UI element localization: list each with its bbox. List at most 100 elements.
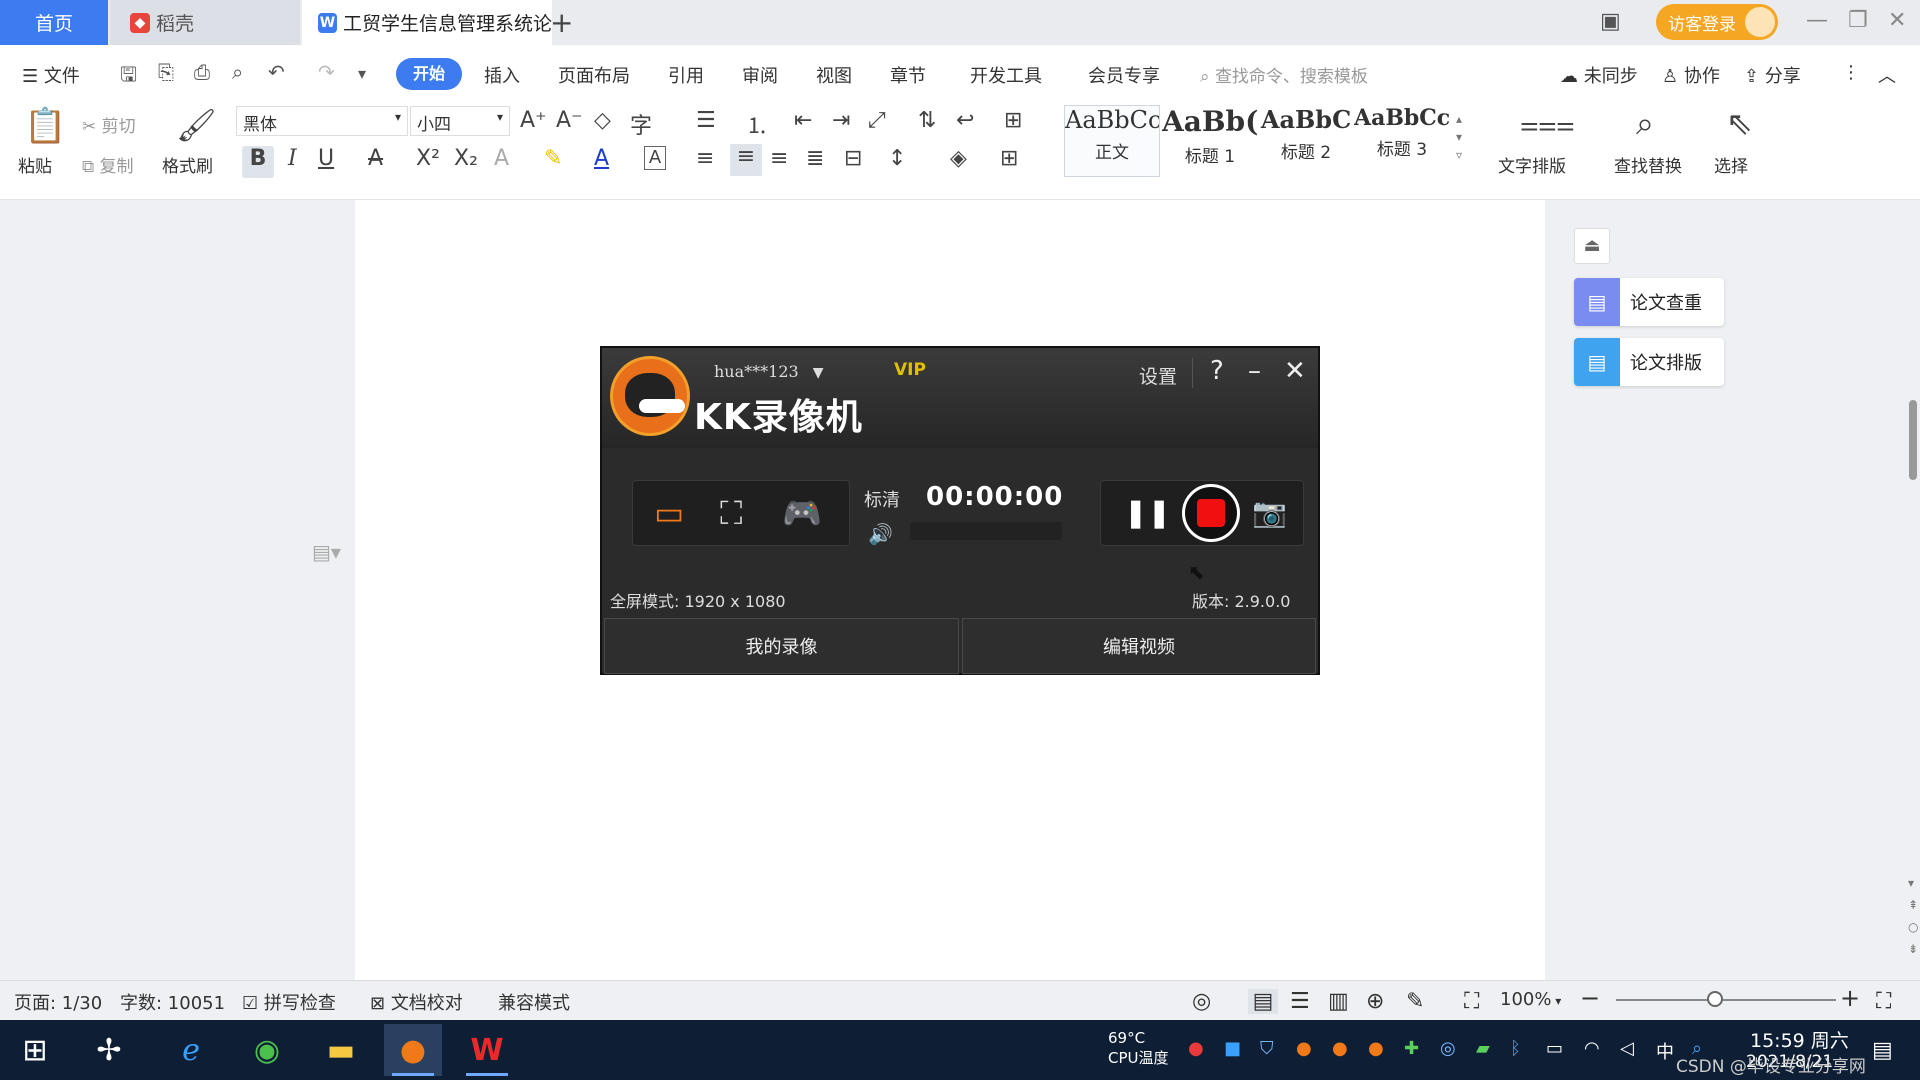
tray-qq-icon[interactable]: ●	[1332, 1038, 1348, 1059]
paste-icon[interactable]: 📋	[24, 106, 66, 146]
tab-document[interactable]: W 工贸学生信息管理系统论	[302, 0, 552, 45]
eject-icon[interactable]: ⏏	[1574, 228, 1610, 264]
ruler-icon[interactable]: ⊞	[1004, 108, 1022, 133]
bullet-list-icon[interactable]: ☰	[696, 108, 716, 133]
sort-icon[interactable]: ⇅	[918, 108, 936, 133]
fullscreen-icon[interactable]: ⛶	[1876, 989, 1891, 1014]
undo-icon[interactable]: ↶	[268, 60, 285, 84]
my-recordings-button[interactable]: 我的录像	[604, 618, 959, 674]
line-spacing-icon[interactable]: ↕	[888, 146, 906, 171]
kk-username[interactable]: hua***123 ▼	[714, 362, 823, 381]
proofread-button[interactable]: ⊠ 文档校对	[370, 989, 463, 1015]
outline-view-icon[interactable]: ☰	[1290, 989, 1310, 1014]
zoom-slider[interactable]	[1616, 999, 1836, 1001]
browser-360-icon[interactable]: ◉	[238, 1024, 296, 1076]
eye-protection-icon[interactable]: ◎	[1192, 989, 1211, 1014]
file-explorer-icon[interactable]: ▬	[312, 1024, 370, 1076]
word-count[interactable]: 字数: 10051	[120, 989, 225, 1015]
speaker-icon[interactable]: ◁	[1620, 1038, 1634, 1059]
battery-icon[interactable]: ▭	[1546, 1038, 1563, 1059]
print-preview-icon[interactable]: ⌕	[232, 60, 243, 84]
highlight-icon[interactable]: ✎	[544, 146, 562, 171]
record-stop-button[interactable]	[1182, 484, 1240, 542]
region-mode-icon[interactable]: ⛶	[720, 494, 742, 533]
font-name-select[interactable]: 黑体 ▾	[236, 106, 408, 136]
tray-plus-icon[interactable]: ✚	[1404, 1038, 1419, 1059]
kk-quality-select[interactable]: 标清	[864, 486, 900, 512]
page-nav-icon[interactable]: ▾ ⇞ ○ ⇟	[1908, 872, 1918, 960]
new-tab-button[interactable]: +	[550, 6, 573, 39]
style-normal[interactable]: AaBbCcI 正文	[1064, 105, 1160, 177]
font-size-select[interactable]: 小四 ▾	[410, 106, 510, 136]
clear-format-icon[interactable]: ◇	[594, 108, 611, 133]
guest-login-button[interactable]: 访客登录	[1656, 4, 1778, 40]
help-icon[interactable]: ?	[1210, 356, 1224, 386]
page-view-icon[interactable]: ▤	[1248, 989, 1278, 1014]
menu-view[interactable]: 视图	[816, 62, 852, 88]
kk-vip-badge[interactable]: VIP	[894, 360, 926, 380]
export-pdf-icon[interactable]: ⎘	[158, 60, 174, 84]
shading-icon[interactable]: ◈	[950, 146, 967, 171]
shield-icon[interactable]: ⛉	[1260, 1038, 1274, 1059]
ime-indicator[interactable]: 中	[1656, 1038, 1674, 1064]
find-replace-button[interactable]: 查找替换	[1614, 152, 1682, 177]
camera-icon[interactable]: 📷	[1252, 496, 1287, 529]
kk-recorder-window[interactable]: hua***123 ▼ VIP 设置 ? – ✕ KK录像机 ▭ ⛶ 🎮 标清 0…	[600, 346, 1320, 675]
collapse-ribbon-icon[interactable]: ︿	[1878, 62, 1896, 88]
scrollbar-thumb[interactable]	[1909, 400, 1917, 480]
paragraph-handle-icon[interactable]: ▤▾	[312, 540, 341, 564]
italic-icon[interactable]: I	[288, 146, 297, 171]
menu-home[interactable]: 开始	[396, 58, 462, 90]
cpu-temperature[interactable]: 69°C CPU温度	[1108, 1028, 1169, 1068]
paste-button[interactable]: 粘贴	[18, 152, 52, 177]
zoom-slider-thumb[interactable]	[1707, 991, 1723, 1007]
vertical-scrollbar[interactable]: ▾ ⇞ ○ ⇟	[1906, 200, 1920, 980]
pinwheel-app-icon[interactable]: ✢	[80, 1024, 138, 1076]
more-icon[interactable]: ⋮	[1842, 62, 1860, 83]
justify-icon[interactable]: ≣	[806, 146, 824, 171]
minimize-icon[interactable]: —	[1806, 8, 1828, 33]
text-layout-button[interactable]: 文字排版	[1498, 152, 1566, 177]
brush-icon[interactable]: 🖌	[176, 106, 217, 144]
kk-close-icon[interactable]: ✕	[1284, 356, 1306, 386]
distribute-icon[interactable]: ⊟	[844, 146, 862, 171]
shrink-font-icon[interactable]: A⁻	[556, 108, 583, 133]
menu-developer[interactable]: 开发工具	[970, 62, 1042, 88]
text-effect-icon[interactable]: A	[494, 146, 509, 171]
char-border-icon[interactable]: A	[644, 146, 666, 170]
clock-time[interactable]: 15:59 周六	[1750, 1026, 1849, 1053]
share-button[interactable]: ⇪ 分享	[1744, 62, 1801, 88]
restore-icon[interactable]: ❐	[1848, 8, 1868, 33]
tray-network-app-icon[interactable]: ■	[1224, 1038, 1241, 1059]
nvidia-icon[interactable]: ▰	[1476, 1038, 1490, 1059]
kk-settings-button[interactable]: 设置	[1139, 362, 1177, 389]
wifi-icon[interactable]: ◠	[1584, 1038, 1600, 1059]
tab-daoke[interactable]: ◆ 稻壳	[110, 0, 300, 45]
menu-page-layout[interactable]: 页面布局	[558, 62, 630, 88]
menu-review[interactable]: 审阅	[742, 62, 778, 88]
tab-home[interactable]: 首页	[0, 0, 108, 45]
tray-qq-icon[interactable]: ●	[1368, 1038, 1384, 1059]
web-view-icon[interactable]: ⊕	[1366, 989, 1384, 1014]
menu-chapter[interactable]: 章节	[890, 62, 926, 88]
close-window-icon[interactable]: ✕	[1888, 8, 1906, 33]
kk-minimize-icon[interactable]: –	[1248, 356, 1261, 386]
line-break-icon[interactable]: ↩	[956, 108, 974, 133]
magnifier-icon[interactable]: ⌕	[1636, 104, 1654, 143]
cut-button[interactable]: ✂ 剪切	[82, 112, 136, 137]
edit-video-button[interactable]: 编辑视频	[962, 618, 1316, 674]
print-icon[interactable]: ⎙	[194, 60, 210, 84]
tray-app-icon[interactable]: ●	[1188, 1038, 1204, 1059]
pen-icon[interactable]: ✎	[1406, 989, 1424, 1014]
paper-layout-button[interactable]: ▤ 论文排版	[1574, 338, 1724, 386]
borders-icon[interactable]: ⊞	[1000, 146, 1018, 171]
tab-overview-icon[interactable]: ▣	[1600, 9, 1621, 34]
style-heading-3[interactable]: AaBbCcl 标题 3	[1354, 105, 1450, 177]
kk-recorder-taskbar-icon[interactable]: ●	[384, 1024, 442, 1076]
wps-taskbar-icon[interactable]: W	[458, 1024, 516, 1076]
align-left-icon[interactable]: ≡	[696, 146, 714, 171]
tray-qq-icon[interactable]: ●	[1296, 1038, 1312, 1059]
menu-insert[interactable]: 插入	[484, 62, 520, 88]
align-right-icon[interactable]: ≡	[770, 146, 788, 171]
collaborate-button[interactable]: ♙ 协作	[1662, 62, 1720, 88]
